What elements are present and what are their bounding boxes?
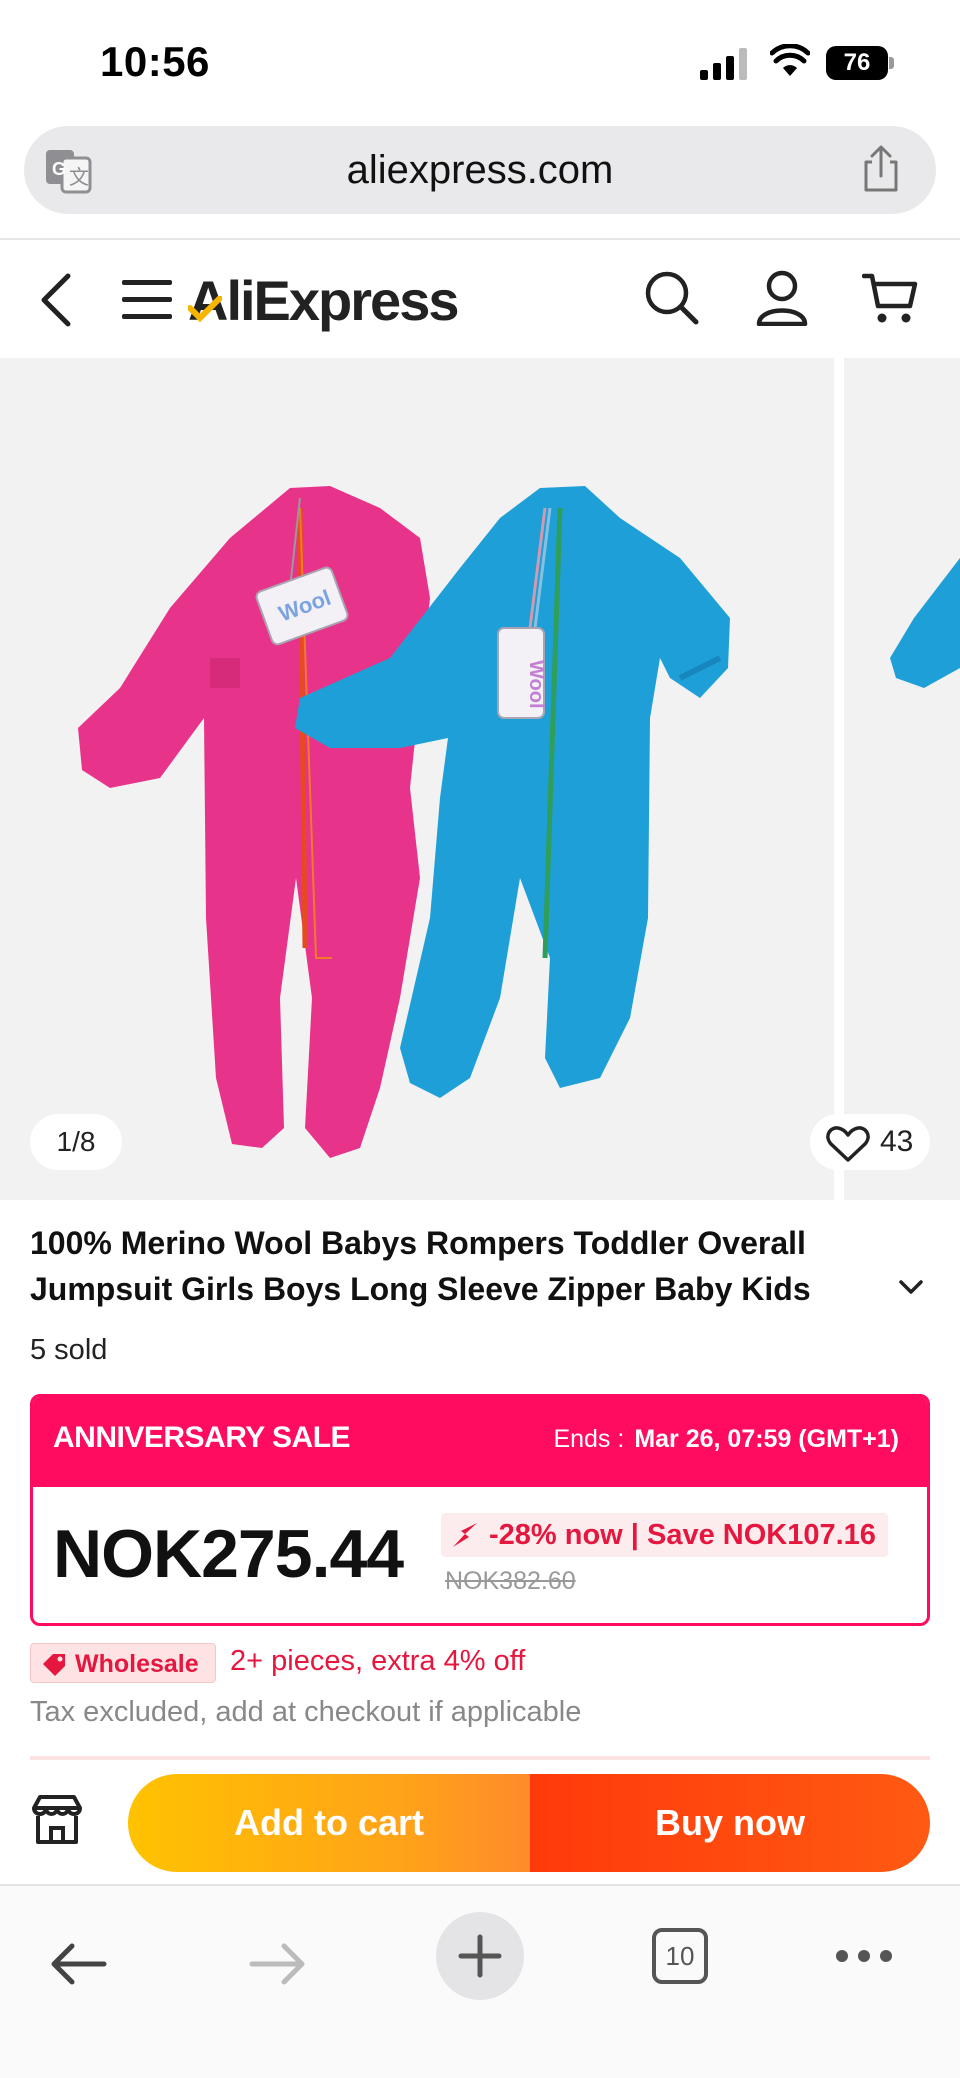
back-icon[interactable] — [38, 272, 74, 328]
heart-icon[interactable] — [826, 1126, 870, 1162]
sale-ends-value: Mar 26, 07:59 (GMT+1) — [634, 1425, 899, 1453]
sale-title: ANNIVERSARY SALE — [53, 1421, 351, 1454]
aliexpress-logo[interactable]: AliExpress — [188, 268, 459, 333]
discount-badge: -28% now | Save NOK107.16 — [441, 1513, 888, 1557]
buy-now-button[interactable]: Buy now — [530, 1774, 930, 1872]
pink-romper — [78, 486, 430, 1158]
share-icon[interactable] — [858, 144, 904, 194]
menu-icon[interactable] — [122, 278, 174, 322]
url-text[interactable]: aliexpress.com — [24, 148, 936, 193]
next-photo-peek[interactable] — [844, 358, 960, 1200]
search-icon[interactable] — [644, 270, 700, 326]
gallery-separator — [834, 358, 844, 1200]
wifi-icon — [770, 44, 810, 76]
svg-text:Wool: Wool — [525, 660, 547, 709]
add-to-cart-button[interactable]: Add to cart — [128, 1774, 530, 1872]
original-price: NOK382.60 — [445, 1567, 576, 1595]
logo-text: AliExpress — [188, 269, 459, 332]
wholesale-tag: Wholesale — [30, 1643, 216, 1683]
wholesale-label: Wholesale — [75, 1650, 199, 1678]
new-tab-button[interactable] — [436, 1912, 524, 2000]
current-price: NOK275.44 — [53, 1516, 404, 1592]
status-bar: 10:56 76 — [0, 0, 960, 120]
store-icon[interactable] — [30, 1794, 84, 1846]
product-title: 100% Merino Wool Babys Rompers Toddler O… — [30, 1225, 811, 1307]
discount-arrow-icon — [453, 1523, 477, 1547]
sold-count: 5 sold — [30, 1334, 108, 1366]
wishlist-count: 43 — [880, 1125, 914, 1158]
sale-ends: Ends : Mar 26, 07:59 (GMT+1) — [553, 1425, 899, 1454]
wholesale-offer: 2+ pieces, extra 4% off — [230, 1645, 526, 1677]
site-header: AliExpress — [0, 240, 960, 358]
product-photo[interactable]: Wool Wool — [0, 358, 834, 1200]
tag-icon — [43, 1654, 65, 1676]
image-counter: 1/8 — [30, 1114, 122, 1170]
more-icon[interactable] — [834, 1948, 894, 1964]
battery-icon: 76 — [826, 46, 894, 80]
browser-back-icon[interactable] — [48, 1942, 108, 1986]
status-time: 10:56 — [100, 38, 210, 85]
chevron-down-icon[interactable] — [898, 1278, 924, 1296]
sale-ends-label: Ends : — [553, 1425, 625, 1453]
battery-level: 76 — [843, 49, 871, 76]
sale-header: ANNIVERSARY SALE Ends : Mar 26, 07:59 (GM… — [33, 1397, 927, 1487]
signal-icon — [700, 48, 747, 80]
cart-icon[interactable] — [862, 272, 918, 326]
product-gallery[interactable]: Wool Wool 1/8 43 — [0, 358, 960, 1200]
discount-text: -28% now | Save NOK107.16 — [489, 1519, 876, 1551]
browser-forward-icon[interactable] — [248, 1942, 308, 1986]
user-icon[interactable] — [756, 270, 808, 326]
sale-box: ANNIVERSARY SALE Ends : Mar 26, 07:59 (GM… — [30, 1394, 930, 1626]
wishlist-button[interactable]: 43 — [810, 1114, 930, 1170]
logo-tick-icon — [188, 296, 222, 323]
address-bar[interactable]: G 文 aliexpress.com — [24, 126, 936, 214]
action-bar: Add to cart Buy now — [0, 1760, 960, 1884]
tabs-button[interactable]: 10 — [652, 1928, 708, 1984]
plus-icon — [458, 1934, 502, 1978]
tax-note: Tax excluded, add at checkout if applica… — [30, 1696, 582, 1728]
browser-toolbar: 10 — [0, 1884, 960, 2078]
